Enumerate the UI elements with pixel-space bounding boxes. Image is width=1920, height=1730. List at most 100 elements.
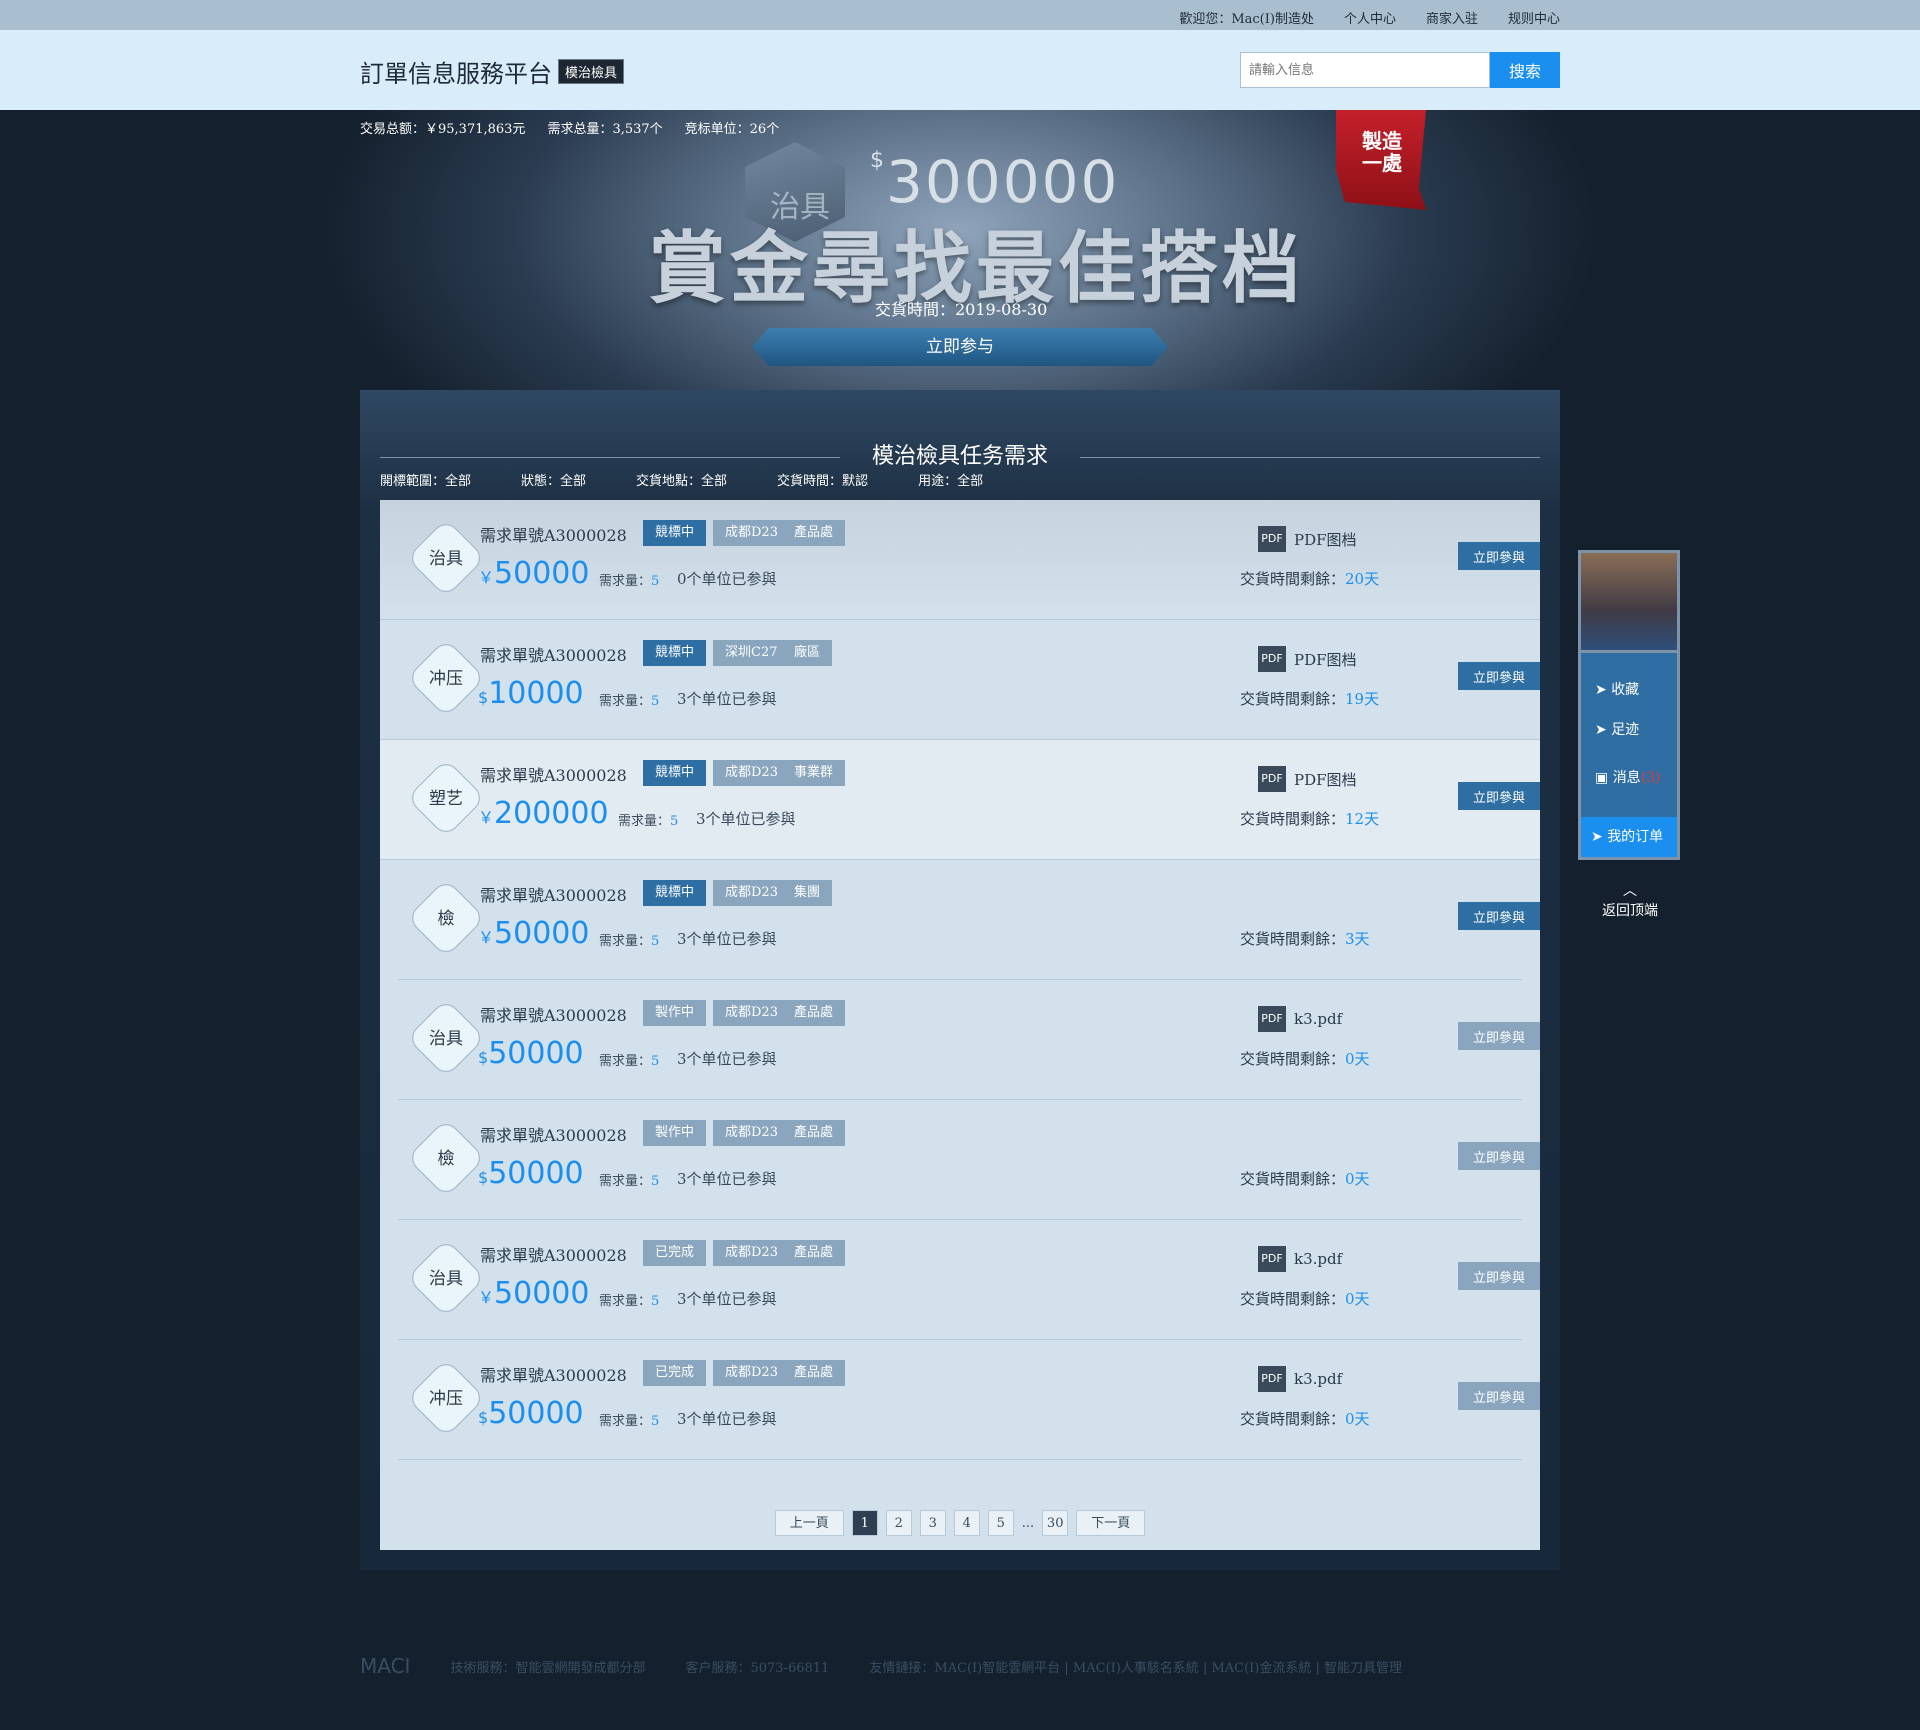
participants-count: 3个单位已参與 [677, 930, 777, 948]
time-remaining-label: 交貨時間剩餘： [1240, 1410, 1346, 1428]
order-row[interactable]: 冲压 需求單號A3000028 競標中 深圳C27 廠區 $10000 需求量：5 3个单位已… [380, 620, 1540, 740]
order-row[interactable]: 檢需求單號A3000028 製作中 成都D23 產品處 $50000 需求量：5 3个单位已… [398, 1100, 1540, 1220]
filter-usage[interactable]: 用途：全部 [918, 470, 983, 489]
filter-delivery-location[interactable]: 交貨地點：全部 [636, 470, 727, 489]
order-row[interactable]: 檢需求單號A3000028 競標中 成都D23 集團 ￥50000 需求量：5 3个单位已参… [398, 860, 1540, 980]
order-row-content: 檢需求單號A3000028 製作中 成都D23 產品處 $50000 需求量：5 3个单位已… [398, 1100, 1540, 1220]
side-messages[interactable]: ▣ 消息(3) [1595, 767, 1661, 787]
filter-bid-range[interactable]: 開標範圍：全部 [380, 470, 471, 489]
join-order-button[interactable]: 立即參與 [1458, 542, 1540, 570]
join-now-button[interactable]: 立即参与 [752, 328, 1168, 366]
join-order-button[interactable]: 立即參與 [1458, 662, 1540, 690]
search-button[interactable]: 搜索 [1490, 52, 1560, 88]
link-user-center[interactable]: 个人中心 [1344, 8, 1396, 27]
location-tag: 深圳C27 [713, 640, 790, 666]
page-1[interactable]: 1 [851, 1510, 878, 1536]
join-order-button[interactable]: 立即參與 [1458, 782, 1540, 810]
footer-friend-links[interactable]: 友情鏈接：MAC(I)智能雲網平台 | MAC(I)人事駭名系統 | MAC(I… [869, 1657, 1402, 1676]
attachment-name: PDF图档 [1294, 650, 1357, 669]
order-row[interactable]: 塑艺 需求單號A3000028 競標中 成都D23 事業群 ￥200000 需求量：5 3个单… [380, 740, 1540, 860]
side-favorites[interactable]: ➤ 收藏 [1595, 679, 1639, 699]
quantity: 需求量：5 [618, 810, 678, 829]
status-badge: 已完成 [643, 1240, 707, 1266]
order-number: 需求單號A3000028 [480, 646, 627, 665]
price-value: 200000 [494, 796, 609, 831]
time-remaining: 交貨時間剩餘：20天 [1240, 568, 1379, 589]
ribbon-text: 製造一處 [1362, 129, 1402, 175]
time-remaining: 交貨時間剩餘：0天 [1240, 1288, 1370, 1309]
join-order-button[interactable]: 立即參與 [1458, 1142, 1540, 1170]
attachment[interactable]: PDF PDF图档 [1258, 526, 1357, 552]
next-page-button[interactable]: 下一頁 [1076, 1510, 1146, 1536]
currency-symbol: $ [478, 1168, 489, 1187]
order-number: 需求單號A3000028 [480, 1246, 627, 1265]
category-badge: 模治檢具 [558, 59, 625, 84]
footer-tech-service: 技術服務：智能雲網開發成都分部 [450, 1660, 646, 1676]
filter-delivery-time[interactable]: 交貨時間：默認 [777, 470, 868, 489]
order-row[interactable]: 治具 需求單號A3000028 製作中 成都D23 產品處 $50000 需求量：5 3个单位… [398, 980, 1540, 1100]
side-my-orders[interactable]: ➤ 我的订单 [1581, 817, 1677, 857]
currency-symbol: $ [478, 688, 489, 707]
department-tag: 產品處 [782, 520, 846, 546]
back-to-top-label: 返回顶端 [1602, 903, 1658, 919]
attachment-name: PDF图档 [1294, 770, 1357, 789]
stat-total-demand: 需求总量：3,537个 [547, 122, 663, 137]
participants-count: 3个单位已参與 [677, 1410, 777, 1428]
quantity-label: 需求量： [599, 1294, 652, 1309]
time-remaining-label: 交貨時間剩餘： [1240, 1290, 1346, 1308]
attachment[interactable]: PDF k3.pdf [1258, 1366, 1342, 1392]
quantity-label: 需求量： [599, 1174, 652, 1189]
join-order-button[interactable]: 立即參與 [1458, 902, 1540, 930]
side-favorites-label: 收藏 [1611, 682, 1640, 698]
time-remaining-value: 19天 [1345, 690, 1380, 708]
join-order-button[interactable]: 立即參與 [1458, 1262, 1540, 1290]
order-row[interactable]: 治具 需求單號A3000028 競標中 成都D23 產品處 ￥50000 需求量：5 0个单位… [380, 500, 1540, 620]
price: ￥50000 [478, 1276, 589, 1311]
quantity: 需求量：5 [599, 1410, 659, 1429]
filter-status[interactable]: 狀態：全部 [521, 470, 586, 489]
status-badge: 競標中 [643, 640, 707, 666]
time-remaining-value: 20天 [1345, 570, 1380, 588]
page-3[interactable]: 3 [919, 1510, 946, 1536]
order-row-content: 治具 需求單號A3000028 競標中 成都D23 產品處 ￥50000 需求量：5 0个单位… [398, 500, 1540, 620]
attachment[interactable]: PDF PDF图档 [1258, 766, 1357, 792]
footer-logo: MACI [360, 1654, 411, 1678]
link-rules-center[interactable]: 规则中心 [1508, 8, 1560, 27]
page-4[interactable]: 4 [953, 1510, 980, 1536]
top-links: 歡迎您：Mac(I)制造处 个人中心 商家入驻 规则中心 [1179, 8, 1560, 27]
page-2[interactable]: 2 [885, 1510, 912, 1536]
page-last[interactable]: 30 [1042, 1510, 1069, 1536]
status-badge: 製作中 [643, 1120, 707, 1146]
link-merchant-join[interactable]: 商家入驻 [1426, 8, 1478, 27]
send-icon: ➤ [1595, 682, 1612, 698]
top-utility-bar: 歡迎您：Mac(I)制造处 个人中心 商家入驻 规则中心 [0, 0, 1920, 30]
site-footer: MACI 技術服務：智能雲網開發成都分部 客户服務：5073-66811 友情鏈… [360, 1654, 1560, 1678]
currency-symbol: ￥ [478, 808, 495, 827]
search-input[interactable] [1240, 52, 1490, 88]
department-tag: 廠區 [782, 640, 833, 666]
page-5[interactable]: 5 [987, 1510, 1014, 1536]
stat-total-amount: 交易总额：￥95,371,863元 [360, 122, 526, 137]
attachment[interactable]: PDF k3.pdf [1258, 1246, 1342, 1272]
time-remaining: 交貨時間剩餘：0天 [1240, 1168, 1370, 1189]
join-order-button[interactable]: 立即參與 [1458, 1382, 1540, 1410]
side-footprint[interactable]: ➤ 足迹 [1595, 719, 1639, 739]
price: $10000 [478, 676, 584, 711]
time-remaining-value: 0天 [1345, 1290, 1370, 1308]
attachment[interactable]: PDF k3.pdf [1258, 1006, 1342, 1032]
join-order-button[interactable]: 立即參與 [1458, 1022, 1540, 1050]
back-to-top-button[interactable]: ︿ 返回顶端 [1600, 880, 1660, 920]
prev-page-button[interactable]: 上一頁 [774, 1510, 844, 1536]
attachment[interactable]: PDF PDF图档 [1258, 646, 1357, 672]
currency-symbol: $ [478, 1408, 489, 1427]
order-row[interactable]: 冲压 需求單號A3000028 已完成 成都D23 產品處 $50000 需求量：5 3个单位… [398, 1340, 1540, 1460]
order-list: 上一頁 1 2 3 4 5 ... 30 下一頁 治具 需求單號A3000028 競… [380, 500, 1540, 1550]
chevron-up-icon: ︿ [1623, 883, 1637, 899]
department-tag: 產品處 [782, 1360, 846, 1386]
brand[interactable]: 訂單信息服務平台 模治檢具 [360, 54, 625, 89]
order-row[interactable]: 治具 需求單號A3000028 已完成 成都D23 產品處 ￥50000 需求量：5 3个单位… [398, 1220, 1540, 1340]
search-box: 搜索 [1240, 52, 1560, 88]
department-tag: 事業群 [782, 760, 846, 786]
message-count-badge: (3) [1640, 770, 1661, 786]
time-remaining: 交貨時間剩餘：0天 [1240, 1048, 1370, 1069]
